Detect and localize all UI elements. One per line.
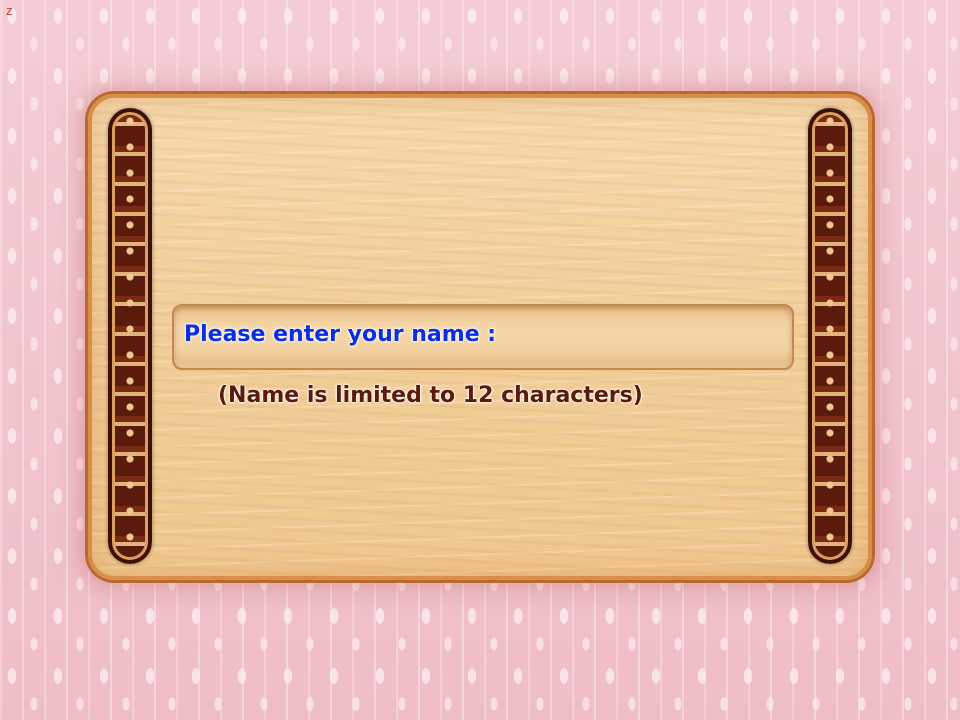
corner-mark: z <box>6 4 13 18</box>
name-input[interactable] <box>530 318 784 358</box>
scroll-ornament-right-icon <box>808 108 852 564</box>
scroll-ornament-left-icon <box>108 108 152 564</box>
name-limit-hint: (Name is limited to 12 characters) <box>218 383 643 408</box>
name-prompt-label: Please enter your name : <box>184 322 497 347</box>
